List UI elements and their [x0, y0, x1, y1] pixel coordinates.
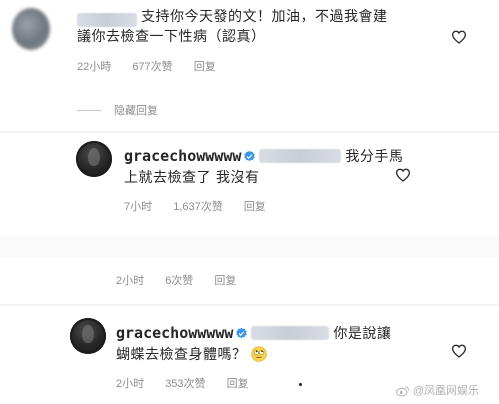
comment-likes[interactable]: 1,637次赞 — [173, 201, 223, 213]
username-link[interactable]: gracechowwwww — [116, 324, 233, 342]
comment-likes[interactable]: 353次赞 — [165, 378, 205, 390]
heart-outline-icon[interactable] — [451, 30, 467, 44]
comment-meta: 2小时 6次赞 回复 — [116, 272, 254, 288]
comment-meta: 7小时 1,637次赞 回复 — [124, 198, 284, 214]
comment-time: 2小时 — [116, 275, 145, 287]
reply-text: 我分手馬 — [345, 149, 404, 165]
divider — [0, 131, 499, 133]
reply-button[interactable]: 回复 — [227, 378, 249, 390]
watermark: @凤凰网娱乐 — [395, 382, 479, 398]
hidden-replies-toggle[interactable]: 隐藏回复 — [114, 102, 158, 118]
divider — [0, 304, 499, 306]
comment-text-line-2: 議你去檢查一下性病（認真） — [77, 29, 266, 45]
reply-button[interactable]: 回复 — [194, 61, 216, 73]
reply-text-line-2: 蝴蝶去檢查身體嗎？ — [116, 344, 268, 366]
username-link[interactable]: gracechowwwww — [124, 147, 241, 165]
reply-button[interactable]: 回复 — [214, 275, 236, 287]
avatar[interactable] — [70, 318, 106, 354]
divider — [0, 236, 499, 258]
verified-badge-icon — [244, 150, 256, 162]
dot — [299, 383, 302, 386]
watermark-text: @凤凰网娱乐 — [412, 385, 479, 397]
verified-badge-icon — [236, 327, 248, 339]
mention-blurred — [259, 149, 342, 163]
reply-text-line-2: 上就去檢查了 我沒有 — [124, 170, 260, 186]
heart-outline-icon[interactable] — [451, 344, 467, 358]
comment-time: 2小时 — [116, 378, 145, 390]
reply-text: 蝴蝶去檢查身體嗎？ — [116, 347, 247, 363]
avatar[interactable] — [76, 141, 112, 177]
heart-outline-icon[interactable] — [395, 168, 411, 182]
weibo-logo-icon — [395, 386, 410, 397]
comment-meta: 22小時 677次赞 回复 — [77, 58, 234, 74]
mention-blurred — [251, 326, 330, 340]
comment-text-line-1: 支持你今天發的文！加油，不過我會建 — [141, 9, 388, 25]
reply-button[interactable]: 回复 — [244, 201, 266, 213]
reply-text-line-1: gracechowwwww 你是說讓 — [116, 322, 391, 345]
username-blurred — [77, 13, 137, 27]
reply-text-line-1: gracechowwwww 我分手馬 — [124, 145, 403, 168]
reply-text: 你是說讓 — [333, 326, 392, 342]
comment-meta: 2小时 353次赞 回复 — [116, 375, 267, 391]
comment-time: 7小时 — [124, 201, 153, 213]
hidden-replies-line — [77, 110, 101, 111]
comment-likes[interactable]: 6次赞 — [165, 275, 193, 287]
comment-time: 22小時 — [77, 61, 112, 73]
avatar-blurred — [12, 8, 50, 50]
rolling-eyes-emoji-icon — [251, 346, 268, 362]
comment-likes[interactable]: 677次赞 — [132, 61, 172, 73]
